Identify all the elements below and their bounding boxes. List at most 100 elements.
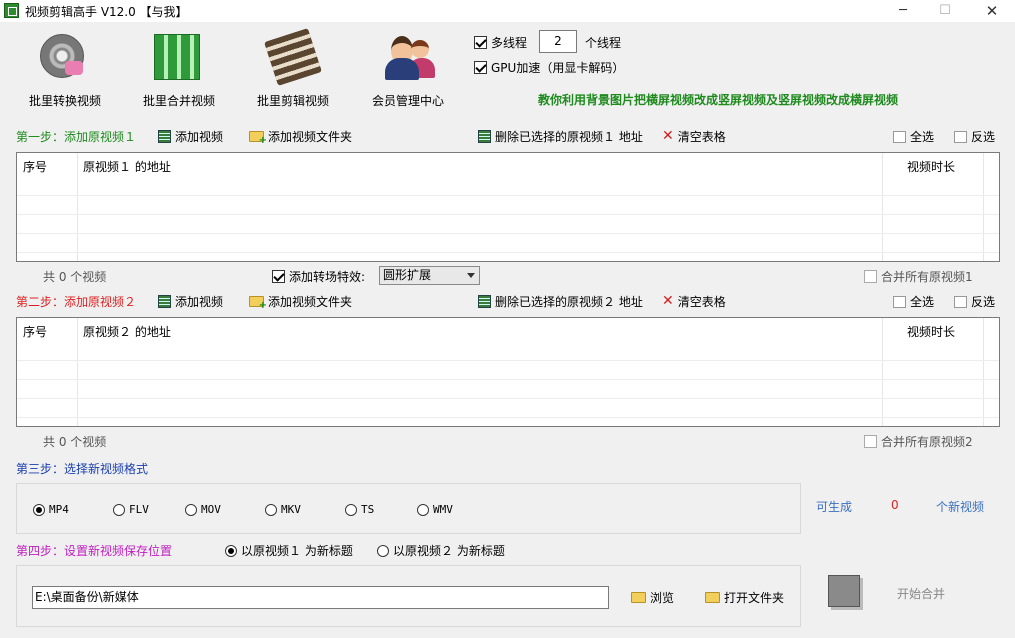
format-mov[interactable]: MOV (185, 503, 221, 516)
col-duration-header[interactable]: 视频时长 (907, 158, 955, 175)
add-folder-icon (249, 131, 267, 146)
format-radio[interactable] (113, 503, 125, 516)
delete-label: 删除已选择的原视频２ 地址 (495, 295, 643, 309)
step1-add-folder-button[interactable]: 添加视频文件夹 (249, 128, 352, 146)
add-folder-label: 添加视频文件夹 (268, 295, 353, 309)
title-opt2-radio[interactable] (377, 544, 389, 557)
search-folder-icon (631, 592, 646, 603)
green-building-icon (154, 34, 200, 80)
col-index-header[interactable]: 序号 (23, 323, 47, 340)
step2-invert-button[interactable]: 反选 (954, 293, 995, 310)
format-radio[interactable] (33, 503, 45, 516)
gpu-checkbox[interactable] (474, 61, 487, 74)
film-icon (158, 295, 171, 308)
close-button[interactable]: ✕ (969, 0, 1015, 22)
open-folder-button[interactable]: 打开文件夹 (705, 589, 784, 606)
thread-count-input[interactable]: 2 (539, 30, 577, 53)
batch-merge-button[interactable]: 批里合并视频 (124, 30, 234, 110)
batch-edit-label: 批里剪辑视频 (256, 94, 329, 108)
window-title: 视频剪辑高手 V12.0 【与我】 (25, 5, 188, 19)
member-center-label: 会员管理中心 (371, 94, 444, 108)
format-mkv[interactable]: MKV (265, 503, 301, 516)
page-icon (954, 295, 967, 308)
member-center-button[interactable]: 会员管理中心 (353, 30, 463, 110)
transition-checkbox[interactable] (272, 270, 285, 283)
col-index-header[interactable]: 序号 (23, 158, 47, 175)
merge-all-2-checkbox[interactable] (864, 435, 877, 448)
delete-label: 删除已选择的原视频１ 地址 (495, 130, 643, 144)
tutorial-link[interactable]: 教你利用背景图片把横屏视频改成竖屏视频及竖屏视频改成横屏视频 (538, 91, 898, 108)
save-path-input[interactable]: E:\桌面备份\新媒体 (32, 586, 609, 609)
title-opt1-label: 以原视频１ 为新标题 (241, 544, 353, 558)
invert-label: 反选 (971, 295, 996, 309)
app-logo-icon (4, 3, 19, 18)
multithread-checkbox[interactable] (474, 36, 487, 49)
format-label: MOV (201, 503, 221, 516)
film-icon (478, 295, 491, 308)
merge-all-1-option[interactable]: 合并所有原视频1 (864, 268, 973, 285)
step1-label: 第一步：添加原视频１ (16, 130, 137, 144)
step2-select-all-button[interactable]: 全选 (893, 293, 934, 310)
col-duration-header[interactable]: 视频时长 (907, 323, 955, 340)
step1-clear-button[interactable]: ✕ 清空表格 (662, 128, 726, 145)
format-radio[interactable] (417, 503, 429, 516)
format-wmv[interactable]: WMV (417, 503, 453, 516)
step2-clear-button[interactable]: ✕ 清空表格 (662, 293, 726, 310)
video2-table[interactable]: 序号 原视频２ 的地址 视频时长 (16, 317, 1000, 427)
merge-all-2-label: 合并所有原视频2 (881, 435, 973, 449)
video1-table[interactable]: 序号 原视频１ 的地址 视频时长 (16, 152, 1000, 262)
format-radio[interactable] (265, 503, 277, 516)
transition-label: 添加转场特效: (289, 270, 366, 284)
transition-option[interactable]: 添加转场特效: (272, 268, 365, 285)
title-opt1[interactable]: 以原视频１ 为新标题 (225, 542, 353, 559)
gpu-option[interactable]: GPU加速（用显卡解码） (474, 59, 624, 76)
step1-add-video-button[interactable]: 添加视频 (158, 128, 223, 145)
add-video-label: 添加视频 (175, 295, 224, 309)
transition-select[interactable]: 圆形扩展 (379, 266, 480, 285)
start-merge-button[interactable]: 开始合并 (897, 585, 945, 602)
maximize-button[interactable]: ☐ (922, 0, 968, 22)
title-opt2-label: 以原视频２ 为新标题 (393, 544, 505, 558)
page-icon (893, 130, 906, 143)
step2-count: 共 0 个视频 (43, 435, 107, 449)
col-path-header[interactable]: 原视频２ 的地址 (83, 323, 171, 340)
clear-label: 清空表格 (677, 295, 726, 309)
multithread-option[interactable]: 多线程 (474, 34, 527, 51)
format-mp4[interactable]: MP4 (33, 503, 69, 516)
batch-edit-button[interactable]: 批里剪辑视频 (238, 28, 348, 110)
browse-label: 浏览 (650, 591, 675, 605)
browse-button[interactable]: 浏览 (631, 589, 674, 606)
step1-delete-button[interactable]: 删除已选择的原视频１ 地址 (478, 128, 643, 145)
title-opt2[interactable]: 以原视频２ 为新标题 (377, 542, 505, 559)
select-all-label: 全选 (910, 295, 935, 309)
clear-label: 清空表格 (677, 130, 726, 144)
step2-add-folder-button[interactable]: 添加视频文件夹 (249, 293, 353, 311)
clear-x-icon: ✕ (662, 128, 674, 144)
film-reel-icon (40, 34, 84, 78)
merge-all-1-checkbox[interactable] (864, 270, 877, 283)
minimize-button[interactable]: ─ (880, 0, 926, 22)
col-path-header[interactable]: 原视频１ 的地址 (83, 158, 171, 175)
step1-select-all-button[interactable]: 全选 (893, 128, 934, 145)
batch-convert-button[interactable]: 批里转换视频 (10, 30, 120, 110)
merge-all-2-option[interactable]: 合并所有原视频2 (864, 433, 973, 450)
title-opt1-radio[interactable] (225, 544, 237, 557)
format-label: TS (361, 503, 375, 516)
format-ts[interactable]: TS (345, 503, 374, 516)
merge-start-icon[interactable] (828, 575, 860, 607)
select-all-label: 全选 (910, 130, 935, 144)
add-folder-icon (249, 296, 267, 311)
invert-label: 反选 (971, 130, 996, 144)
batch-merge-label: 批里合并视频 (142, 94, 215, 108)
step2-add-video-button[interactable]: 添加视频 (158, 293, 223, 310)
format-radio[interactable] (345, 503, 357, 516)
gpu-label: GPU加速（用显卡解码） (491, 61, 625, 75)
format-radio[interactable] (185, 503, 197, 516)
users-icon (385, 36, 435, 82)
generate-suffix: 个新视频 (936, 500, 985, 514)
format-label: FLV (129, 503, 149, 516)
step1-invert-button[interactable]: 反选 (954, 128, 995, 145)
format-flv[interactable]: FLV (113, 503, 149, 516)
step2-delete-button[interactable]: 删除已选择的原视频２ 地址 (478, 293, 643, 310)
film-icon (158, 130, 171, 143)
